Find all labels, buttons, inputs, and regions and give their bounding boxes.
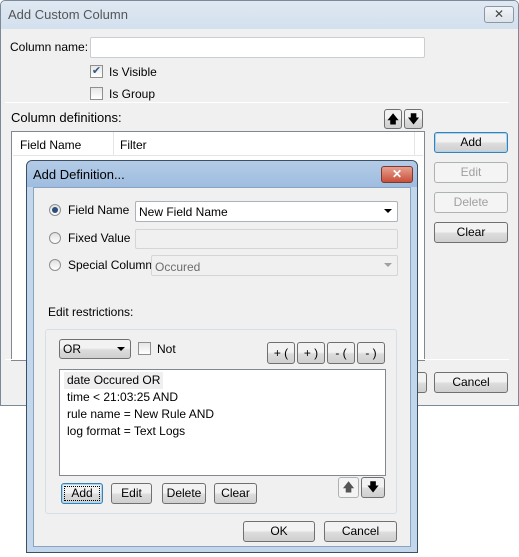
field-name-combo[interactable]: New Field Name: [135, 201, 398, 222]
list-item[interactable]: rule name = New Rule AND: [64, 406, 217, 423]
is-visible-label: Is Visible: [109, 65, 157, 79]
close-icon[interactable]: ✕: [381, 166, 413, 183]
dialog-title: Add Definition...: [33, 167, 125, 182]
edit-button[interactable]: Edit: [434, 162, 508, 183]
field-name-label: Field Name: [68, 203, 130, 217]
chevron-down-icon: [384, 209, 392, 213]
restriction-add-button[interactable]: Add: [61, 483, 103, 504]
title-bar: Add Custom Column ✕: [1, 1, 518, 29]
edit-restrictions-label: Edit restrictions:: [48, 305, 134, 319]
clear-button[interactable]: Clear: [434, 222, 508, 243]
restriction-move-up-button[interactable]: 🡅: [338, 477, 359, 498]
table-header: Field Name Filter: [13, 132, 423, 156]
add-open-paren-button[interactable]: + (: [267, 342, 295, 364]
move-down-button[interactable]: 🡇: [404, 109, 423, 129]
delete-button[interactable]: Delete: [434, 192, 508, 213]
move-up-button[interactable]: 🡅: [384, 109, 402, 129]
restrictions-list[interactable]: date Occured OR time < 21:03:25 AND rule…: [59, 369, 386, 476]
separator: [5, 102, 509, 103]
operator-value: OR: [63, 342, 81, 356]
cancel-button[interactable]: Cancel: [434, 372, 508, 393]
restriction-delete-button[interactable]: Delete: [162, 483, 206, 504]
special-column-value: Occured: [155, 260, 201, 274]
field-name-radio[interactable]: [49, 204, 61, 216]
list-item[interactable]: log format = Text Logs: [64, 423, 188, 440]
close-icon[interactable]: ✕: [484, 6, 514, 23]
dialog-body: Field Name New Field Name Fixed Value Sp…: [33, 187, 411, 547]
header-field-name[interactable]: Field Name: [20, 138, 81, 152]
dialog-title-bar: Add Definition... ✕: [27, 161, 417, 187]
special-column-label: Special Column: [68, 258, 153, 272]
remove-close-paren-button[interactable]: - ): [357, 342, 385, 364]
chevron-down-icon: [117, 347, 125, 351]
is-group-label: Is Group: [109, 87, 156, 101]
header-filter[interactable]: Filter: [120, 138, 147, 152]
restriction-edit-button[interactable]: Edit: [111, 483, 152, 504]
chevron-down-icon: [384, 263, 392, 267]
fixed-value-label: Fixed Value: [68, 231, 131, 245]
restriction-move-down-button[interactable]: 🡇: [361, 477, 385, 498]
list-item[interactable]: time < 21:03:25 AND: [64, 389, 181, 406]
is-group-checkbox[interactable]: [90, 87, 103, 100]
not-label: Not: [157, 342, 176, 356]
column-name-input[interactable]: [90, 37, 425, 58]
dialog-cancel-button[interactable]: Cancel: [324, 521, 397, 542]
window-title: Add Custom Column: [8, 7, 128, 22]
remove-open-paren-button[interactable]: - (: [327, 342, 355, 364]
restriction-clear-button[interactable]: Clear: [214, 483, 257, 504]
special-column-radio[interactable]: [49, 259, 61, 271]
column-definitions-label: Column definitions:: [11, 110, 122, 125]
not-checkbox[interactable]: [138, 342, 151, 355]
special-column-combo[interactable]: Occured: [151, 255, 398, 276]
add-button[interactable]: Add: [434, 132, 508, 153]
add-definition-dialog: Add Definition... ✕ Field Name New Field…: [26, 160, 418, 553]
add-close-paren-button[interactable]: + ): [297, 342, 325, 364]
operator-combo[interactable]: OR: [59, 339, 131, 359]
list-item[interactable]: date Occured OR: [64, 372, 164, 389]
fixed-value-radio[interactable]: [49, 232, 61, 244]
fixed-value-input[interactable]: [135, 229, 398, 249]
field-name-value: New Field Name: [139, 205, 228, 219]
is-visible-checkbox[interactable]: ✔: [90, 65, 103, 78]
column-name-label: Column name:: [10, 40, 89, 54]
dialog-ok-button[interactable]: OK: [243, 521, 315, 542]
